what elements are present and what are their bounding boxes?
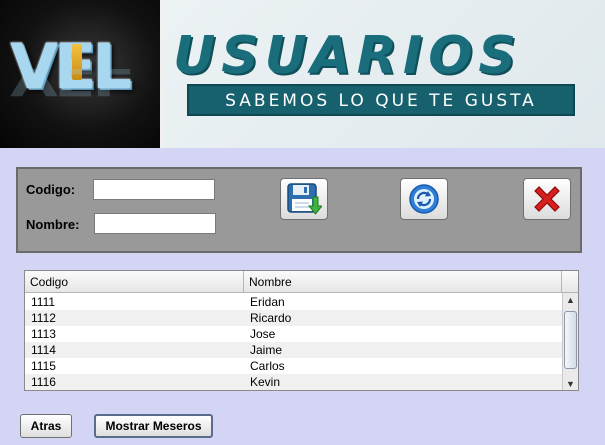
refresh-button[interactable] (400, 178, 448, 220)
banner-slogan: SABEMOS LO QUE TE GUSTA (225, 91, 537, 111)
table-row[interactable]: 1114 Jaime (25, 342, 562, 358)
table-row[interactable]: 1112 Ricardo (25, 310, 562, 326)
table-row[interactable]: 1115 Carlos (25, 358, 562, 374)
logo: VEL VEL (0, 0, 160, 148)
cell-nombre: Carlos (250, 359, 285, 373)
cell-nombre: Eridan (250, 295, 285, 309)
save-button[interactable] (280, 178, 328, 220)
cell-codigo: 1116 (31, 375, 56, 389)
cell-nombre: Jose (250, 327, 276, 341)
scroll-down-arrow-icon[interactable]: ▼ (563, 377, 578, 390)
logo-reflection: VEL (10, 60, 128, 104)
table-header: Codigo Nombre (25, 271, 578, 293)
nombre-input[interactable] (94, 213, 216, 234)
column-header-codigo[interactable]: Codigo (25, 271, 244, 293)
column-header-nombre[interactable]: Nombre (244, 271, 562, 293)
table-row[interactable]: 1113 Jose (25, 326, 562, 342)
cell-nombre: Kevin (250, 375, 281, 389)
table-body: 1111 Eridan 1112 Ricardo 1113 Jose 1114 … (25, 294, 562, 390)
delete-x-icon (534, 186, 560, 212)
cell-codigo: 1114 (31, 343, 56, 357)
cell-codigo: 1111 (31, 295, 56, 309)
form-panel: Codigo: Nombre: (16, 167, 582, 253)
codigo-input[interactable] (93, 179, 215, 200)
cell-codigo: 1115 (31, 359, 56, 373)
cell-nombre: Ricardo (250, 311, 292, 325)
cell-codigo: 1112 (31, 311, 56, 325)
codigo-label: Codigo: (26, 182, 76, 197)
atras-button[interactable]: Atras (20, 414, 72, 438)
users-table[interactable]: Codigo Nombre 1111 Eridan 1112 Ricardo 1… (24, 270, 579, 391)
table-row[interactable]: 1116 Kevin (25, 374, 562, 390)
refresh-icon (409, 184, 439, 214)
mostrar-meseros-button[interactable]: Mostrar Meseros (94, 414, 213, 438)
scrollbar-thumb[interactable] (564, 311, 577, 369)
banner-title: USUARIOS (173, 26, 522, 86)
delete-button[interactable] (523, 178, 571, 220)
banner-strip: SABEMOS LO QUE TE GUSTA (187, 84, 575, 116)
header: VEL VEL USUARIOS SABEMOS LO QUE TE GUSTA (0, 0, 605, 148)
header-corner (562, 271, 578, 293)
floppy-disk-save-icon (287, 183, 322, 215)
table-row[interactable]: 1111 Eridan (25, 294, 562, 310)
cell-nombre: Jaime (250, 343, 283, 357)
scroll-up-arrow-icon[interactable]: ▲ (563, 293, 578, 307)
table-scrollbar[interactable]: ▲ ▼ (562, 293, 578, 390)
nombre-label: Nombre: (26, 217, 80, 232)
banner: USUARIOS SABEMOS LO QUE TE GUSTA (163, 0, 605, 148)
cell-codigo: 1113 (31, 327, 56, 341)
